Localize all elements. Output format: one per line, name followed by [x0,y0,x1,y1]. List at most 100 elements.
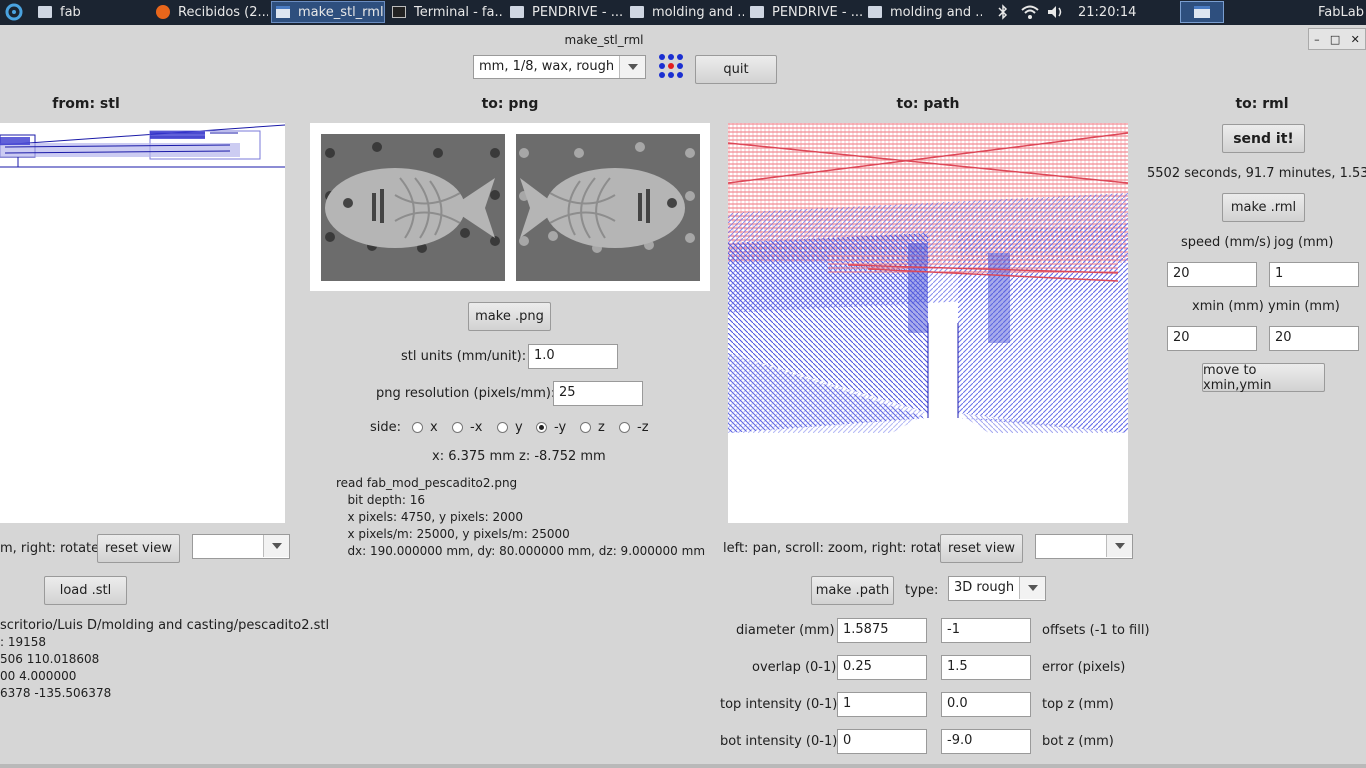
side-z-radio[interactable] [580,422,591,433]
folder-icon [868,6,882,18]
png-header: to: png [481,96,539,112]
taskbar: fab Recibidos (2... make_stl_rml Termina… [0,0,1366,25]
png-info-line: bit depth: 16 [336,493,425,507]
png-preview [310,123,710,291]
speed-input[interactable]: 20 [1167,262,1257,287]
stl-view-select[interactable] [192,534,290,559]
workspace-switcher[interactable] [1180,1,1224,23]
load-stl-button[interactable]: load .stl [44,576,127,605]
task-browser[interactable]: Recibidos (2... [156,1,268,23]
stl-units-label: stl units (mm/unit): [401,349,527,364]
side-neg-x-radio[interactable] [452,422,463,433]
png-resolution-label: png resolution (pixels/mm): [376,386,556,401]
firefox-icon [156,5,170,19]
chevron-down-icon [263,535,289,557]
stl-reset-view-button[interactable]: reset view [97,534,180,563]
send-it-button[interactable]: send it! [1222,124,1305,153]
top-intensity-label: top intensity (0-1) [720,697,838,712]
top-z-input[interactable]: 0.0 [941,692,1031,717]
menu-icon[interactable] [4,1,24,23]
stl-viewer[interactable] [0,123,285,523]
task-pendrive-1[interactable]: PENDRIVE - ... [510,1,624,23]
stl-info-line: 6378 -135.506378 [0,686,112,700]
stl-units-input[interactable]: 1.0 [528,344,618,369]
folder-icon [750,6,764,18]
stl-header: from: stl [52,96,120,112]
side-neg-y-radio[interactable] [536,422,547,433]
rml-header: to: rml [1235,96,1289,112]
bot-z-input[interactable]: -9.0 [941,729,1031,754]
wifi-icon[interactable] [1020,1,1042,23]
overlap-input[interactable]: 0.25 [837,655,927,680]
folder-icon [38,6,52,18]
path-view-select[interactable] [1035,534,1133,559]
xmin-input[interactable]: 20 [1167,326,1257,351]
terminal-icon [392,6,406,18]
path-reset-view-button[interactable]: reset view [940,534,1023,563]
minimize-icon[interactable]: – [1314,33,1320,46]
task-molding-2[interactable]: molding and ... [868,1,982,23]
workspace-icon [1194,6,1210,18]
workspace-name: FabLab [1318,4,1364,20]
window-icon [276,6,290,18]
side-neg-y-label: -y [554,420,567,435]
bot-intensity-label: bot intensity (0-1) [720,734,838,749]
path-header: to: path [896,96,960,112]
side-neg-z-label: -z [637,420,649,435]
window-controls: – □ ✕ [1308,28,1366,50]
bot-z-label: bot z (mm) [1042,734,1114,749]
offsets-label: offsets (-1 to fill) [1042,623,1150,638]
task-pendrive-2[interactable]: PENDRIVE - ... [750,1,862,23]
move-to-xmin-ymin-button[interactable]: move to xmin,ymin [1202,363,1325,393]
folder-icon [630,6,644,18]
task-make-stl-rml[interactable]: make_stl_rml [271,1,385,23]
stl-info-line: 00 4.000000 [0,669,77,683]
top-intensity-input[interactable]: 1 [837,692,927,717]
preset-select[interactable]: mm, 1/8, wax, rough [473,55,646,79]
jog-input[interactable]: 1 [1269,262,1359,287]
chevron-down-icon [1019,577,1045,599]
volume-icon[interactable] [1046,1,1068,23]
path-viewer[interactable] [728,123,1128,523]
png-info-line: read fab_mod_pescadito2.png [336,476,518,490]
quit-button[interactable]: quit [695,55,777,84]
png-info-line: dx: 190.000000 mm, dy: 80.000000 mm, dz:… [336,544,706,558]
xmin-label: xmin (mm) [1192,299,1264,314]
jog-label: jog (mm) [1274,235,1334,250]
side-z-label: z [598,420,605,435]
close-icon[interactable]: ✕ [1351,33,1360,46]
task-molding-1[interactable]: molding and ... [630,1,744,23]
make-path-button[interactable]: make .path [811,576,894,605]
chevron-down-icon [619,56,645,78]
side-x-radio[interactable] [412,422,423,433]
chevron-down-icon [1106,535,1132,557]
window-title: make_stl_rml [564,33,644,47]
stl-info-line: : 19158 [0,635,47,649]
side-label: side: [370,420,402,435]
folder-icon [510,6,524,18]
clock[interactable]: 21:20:14 [1078,1,1138,23]
stl-view-hint: m, right: rotate [0,541,100,556]
task-terminal[interactable]: Terminal - fa... [392,1,504,23]
maximize-icon[interactable]: □ [1330,33,1340,46]
png-resolution-input[interactable]: 25 [553,381,643,406]
overlap-label: overlap (0-1) [752,660,837,675]
error-input[interactable]: 1.5 [941,655,1031,680]
side-neg-z-radio[interactable] [619,422,630,433]
diameter-input[interactable]: 1.5875 [837,618,927,643]
make-rml-button[interactable]: make .rml [1222,193,1305,222]
diameter-label: diameter (mm) [736,623,835,638]
stl-info-line: 506 110.018608 [0,652,100,666]
bot-intensity-input[interactable]: 0 [837,729,927,754]
ymin-input[interactable]: 20 [1269,326,1359,351]
side-x-label: x [430,420,438,435]
path-type-select[interactable]: 3D rough [948,576,1046,601]
make-png-button[interactable]: make .png [468,302,551,331]
side-y-radio[interactable] [497,422,508,433]
path-view-hint: left: pan, scroll: zoom, right: rotate [723,541,950,556]
png-info-line: x pixels/m: 25000, y pixels/m: 25000 [336,527,570,541]
error-label: error (pixels) [1042,660,1126,675]
task-fab[interactable]: fab [38,1,148,23]
bluetooth-icon[interactable] [998,1,1012,23]
offsets-input[interactable]: -1 [941,618,1031,643]
